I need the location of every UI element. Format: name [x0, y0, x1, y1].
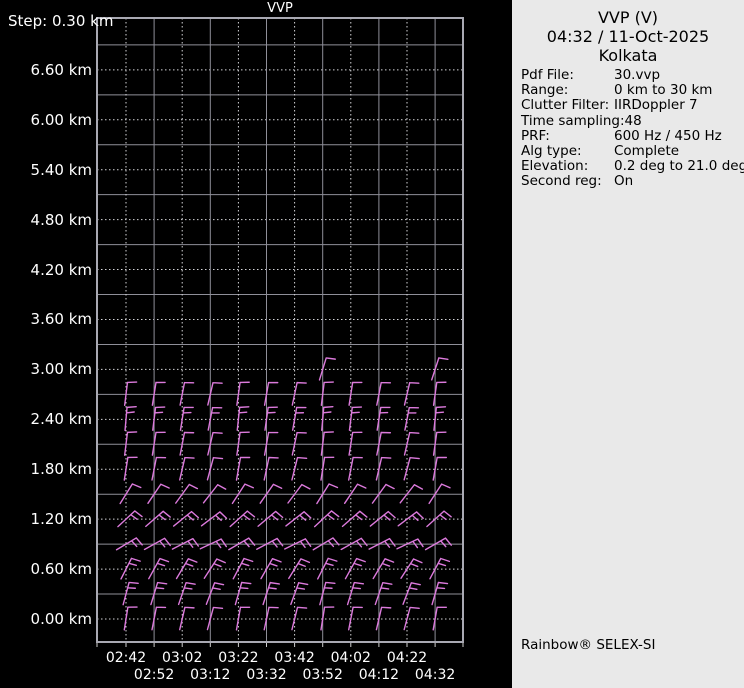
x-axis-label: 03:22 [210, 651, 266, 666]
x-axis-label: 03:12 [182, 668, 238, 683]
info-field-value: 30.vvp [614, 67, 660, 83]
info-field-label: Clutter Filter: [521, 98, 614, 113]
x-axis-label: 04:02 [323, 651, 379, 666]
info-panel: VVP (V) 04:32 / 11-Oct-2025 Kolkata Pdf … [512, 0, 744, 688]
plot-region: Step: 0.30 km VVP 6.60 km6.00 km5.40 km4… [0, 0, 512, 688]
info-field-value: Complete [614, 143, 679, 159]
info-field-label: PRF: [521, 129, 614, 144]
info-field-value: IIRDoppler 7 [614, 97, 698, 113]
x-axis-label: 02:42 [98, 651, 154, 666]
info-field-label: Elevation: [521, 159, 614, 174]
x-axis-label: 04:32 [407, 668, 463, 683]
info-field-row: Time sampling:48 [521, 114, 741, 129]
x-axis-label: 04:22 [379, 651, 435, 666]
vvp-screen: Step: 0.30 km VVP 6.60 km6.00 km5.40 km4… [0, 0, 744, 688]
info-field-row: Clutter Filter:IIRDoppler 7 [521, 98, 741, 113]
x-axis-label: 03:32 [239, 668, 295, 683]
x-axis-label: 03:02 [154, 651, 210, 666]
info-field-row: Pdf File:30.vvp [521, 68, 741, 83]
info-field-label: Second reg: [521, 174, 614, 189]
x-axis-label: 04:12 [351, 668, 407, 683]
panel-datetime: 04:32 / 11-Oct-2025 [512, 27, 744, 46]
panel-header: VVP (V) 04:32 / 11-Oct-2025 Kolkata [512, 8, 744, 65]
x-axis-label: 03:52 [295, 668, 351, 683]
brand-label: Rainbow® SELEX-SI [521, 637, 655, 653]
info-field-value: On [614, 173, 633, 189]
info-field-label: Time sampling: [521, 114, 625, 129]
panel-title: VVP (V) [512, 8, 744, 27]
info-field-row: Range:0 km to 30 km [521, 83, 741, 98]
info-field-row: Elevation:0.2 deg to 21.0 deg [521, 159, 741, 174]
x-axis: 02:42 02:52 03:02 03:12 03:22 03:32 03:42 03:52… [0, 0, 512, 688]
x-axis-label: 02:52 [126, 668, 182, 683]
info-field-row: Second reg:On [521, 174, 741, 189]
info-field-row: PRF:600 Hz / 450 Hz [521, 129, 741, 144]
info-field-label: Pdf File: [521, 68, 614, 83]
info-field-row: Alg type:Complete [521, 144, 741, 159]
panel-site: Kolkata [512, 46, 744, 65]
x-axis-label: 03:42 [267, 651, 323, 666]
info-field-label: Alg type: [521, 144, 614, 159]
info-field-value: 600 Hz / 450 Hz [614, 128, 722, 144]
info-field-label: Range: [521, 83, 614, 98]
info-field-value: 48 [625, 113, 642, 129]
info-field-value: 0 km to 30 km [614, 82, 712, 98]
info-field-value: 0.2 deg to 21.0 deg [614, 158, 744, 174]
panel-fields: Pdf File:30.vvpRange:0 km to 30 kmClutte… [521, 68, 741, 190]
